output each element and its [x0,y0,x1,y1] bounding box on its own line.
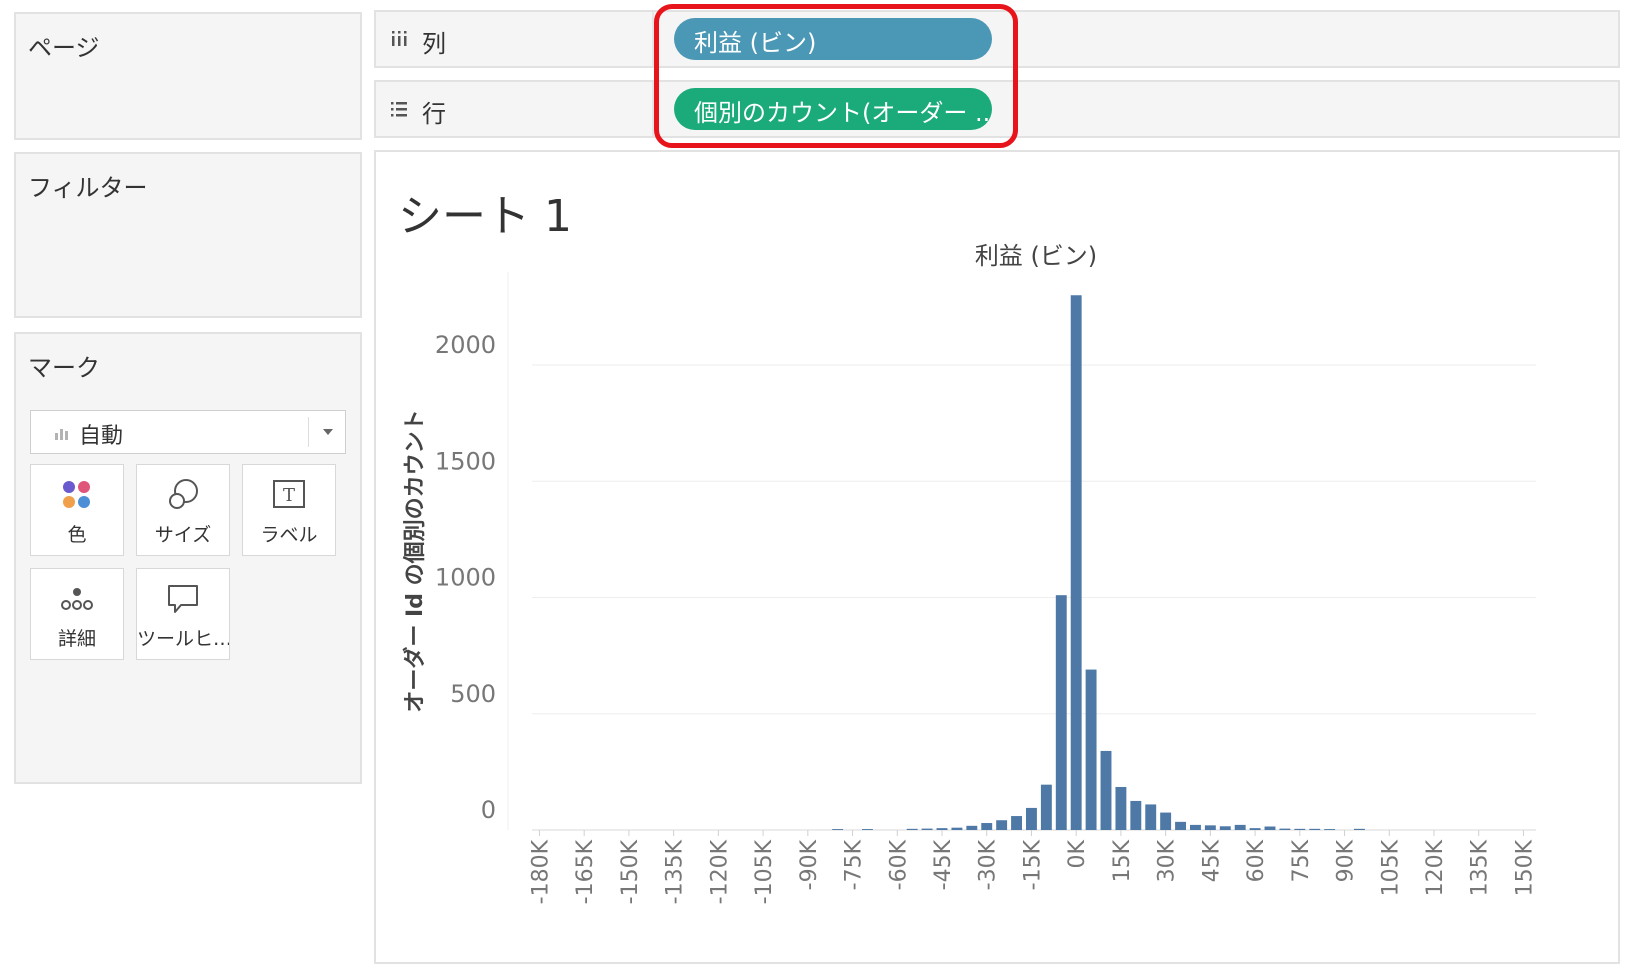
histogram-bar [906,828,918,830]
histogram-bar [936,828,948,830]
label-icon: T [273,480,305,508]
dropdown-divider [308,417,309,447]
highlight-annotation [654,4,1018,148]
histogram-bar [1055,595,1067,830]
x-tick-label: 135K [1468,839,1493,896]
y-tick-label: 0 [481,796,496,824]
histogram-bar [921,828,933,830]
y-axis-label: オーダー Id の個別のカウント [402,409,428,712]
columns-shelf-label: 列 [422,30,446,58]
color-button[interactable]: 色 [30,464,124,556]
label-label: ラベル [260,524,318,546]
columns-icon [392,31,407,46]
y-tick-label: 1000 [435,564,496,592]
sheet-view: シート 1 0 500 1000 1500 2000 -180K -165K -150K -13… [374,150,1620,964]
histogram-bar [1264,826,1276,830]
x-tick-label: 75K [1289,839,1314,882]
tooltip-label: ツールヒ… [137,628,229,650]
histogram-bar [832,829,844,830]
x-tick-label: 30K [1155,839,1180,882]
x-tick-label: -105K [752,839,777,904]
marks-title: マーク [28,354,100,382]
histogram-bar [1309,828,1321,830]
bar-chart-icon [55,429,68,440]
size-button[interactable]: サイズ [136,464,230,556]
x-tick-label: -90K [797,839,822,890]
mark-type-label: 自動 [79,424,124,449]
chevron-down-icon[interactable] [323,429,333,435]
svg-text:T: T [283,485,295,506]
size-icon [169,479,198,509]
histogram-bar [1219,826,1231,830]
detail-icon [61,588,93,610]
histogram-bar [1234,824,1246,830]
x-tick-label: 15K [1110,839,1135,882]
x-tick-label: 0K [1065,839,1090,868]
histogram-bar [966,825,978,830]
marks-card: マーク 自動 色 サイズ T ラベル 詳細 ツールヒ… [14,332,362,784]
rows-icon [391,102,407,117]
color-dots-icon [63,481,90,508]
histogram-bar [1279,828,1291,830]
histogram-bar [1175,821,1186,830]
x-tick-label: 150K [1512,839,1537,896]
size-label: サイズ [154,524,212,546]
histogram-bar [1190,824,1201,830]
histogram-bar [981,823,993,830]
histogram-bar [1130,800,1142,830]
histogram-bar [1145,804,1157,830]
histogram-bar [1026,807,1037,830]
histogram-bar [951,827,963,830]
y-tick-label: 1500 [435,447,496,475]
histogram-bar [1100,750,1112,830]
filters-title: フィルター [28,174,148,202]
x-tick-label: -150K [618,839,643,904]
y-tick-label: 500 [450,680,496,708]
x-tick-label: 60K [1244,839,1269,882]
histogram-bar [1249,828,1261,830]
x-tick-label: -165K [573,839,598,904]
chart-title: 利益 (ビン) [975,242,1097,270]
pages-card[interactable]: ページ [14,12,362,140]
detail-label: 詳細 [57,628,96,650]
y-tick-label: 2000 [435,331,496,359]
x-tick-label: 105K [1378,839,1403,896]
histogram-bar [1160,812,1172,830]
mark-type-dropdown[interactable]: 自動 [30,410,346,454]
label-button[interactable]: T ラベル [242,464,336,556]
histogram-bar [996,820,1008,830]
x-tick-label: -60K [886,839,911,890]
histogram-bar [1011,816,1022,830]
x-tick-label: 90K [1334,839,1359,882]
x-tick-label: -120K [707,839,732,904]
rows-shelf-label: 行 [422,100,446,128]
tooltip-button[interactable]: ツールヒ… [136,568,230,660]
histogram-bar [1324,829,1336,830]
x-tick-label: 120K [1423,839,1448,896]
x-tick-label: -135K [663,839,688,904]
histogram-bar [1085,669,1097,830]
x-tick-label: 45K [1199,839,1224,882]
histogram-bar [1294,828,1306,830]
histogram-bar [1040,784,1052,830]
histogram-bar [1115,786,1127,830]
pages-title: ページ [28,34,100,62]
histogram-bar [1354,828,1365,830]
x-tick-label: -180K [528,839,553,904]
x-tick-label: -45K [931,839,956,890]
histogram-chart: 0 500 1000 1500 2000 -180K -165K -150K -135K -120… [402,242,1537,904]
x-tick-label: -15K [1020,839,1045,890]
filters-card[interactable]: フィルター [14,152,362,318]
x-tick-label: -30K [976,839,1001,890]
histogram-bar [1070,295,1082,830]
color-label: 色 [67,524,87,546]
histogram-bar [1204,825,1216,830]
detail-button[interactable]: 詳細 [30,568,124,660]
histogram-bar [862,829,873,830]
tooltip-icon [168,585,198,613]
x-tick-label: -75K [842,839,867,890]
